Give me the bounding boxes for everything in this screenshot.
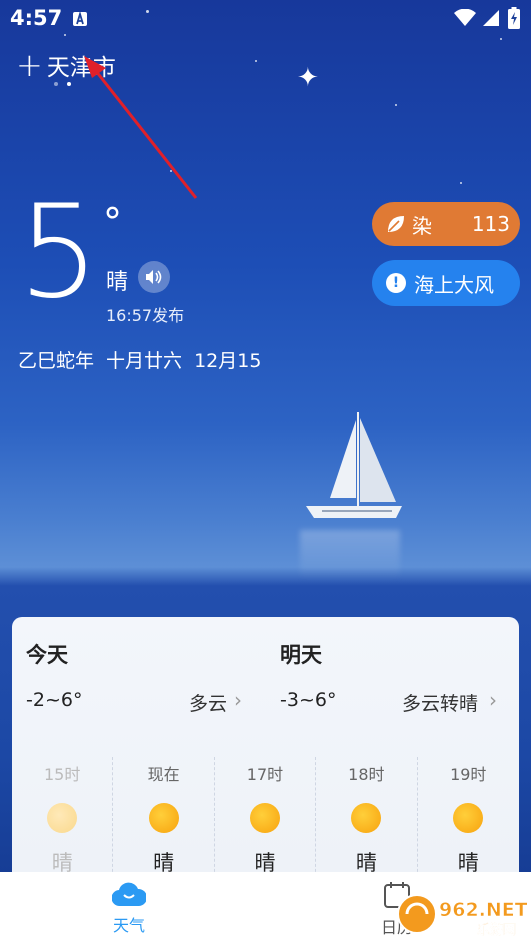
battery-charging-icon (508, 7, 520, 29)
today-range: -2~6° (26, 689, 83, 711)
add-city-icon[interactable]: + (16, 49, 43, 81)
hourly-item: 18时 晴 (316, 757, 418, 877)
page-indicator (54, 82, 71, 86)
hourly-item: 19时 晴 (418, 757, 519, 877)
air-quality-badge[interactable]: 染 113 (372, 202, 520, 246)
svg-text:乐游网: 乐游网 (477, 922, 516, 938)
hourly-item: 现在 晴 (113, 757, 215, 877)
weather-alert-badge[interactable]: ! 海上大风 (372, 260, 520, 306)
leaf-icon (388, 216, 404, 232)
chevron-right-icon[interactable]: › (234, 688, 242, 712)
forecast-card: 今天 -2~6° 多云 › 明天 -3~6° 多云转晴 › 15时 晴 现在 晴… (12, 617, 519, 877)
tomorrow-label: 明天 (280, 643, 322, 667)
signal-icon (483, 10, 499, 26)
site-watermark-logo: 962.NET 乐游网 (397, 894, 527, 938)
page-dot (54, 82, 58, 86)
status-time: 4:57 (10, 6, 63, 30)
sunny-icon (148, 803, 179, 833)
status-bar: 4:57 (0, 0, 531, 36)
current-condition: 晴 (106, 270, 129, 295)
cloud-icon (112, 882, 146, 907)
hour-label: 15时 (44, 765, 81, 784)
tomorrow-condition[interactable]: 多云转晴 (402, 689, 478, 716)
alert-label: 海上大风 (414, 272, 494, 297)
svg-text:962.NET: 962.NET (439, 899, 527, 921)
alert-icon: ! (386, 273, 406, 293)
sunny-icon (453, 803, 484, 833)
sparkle-star-icon: ✦ (297, 63, 319, 93)
aqi-label: 染 (412, 213, 432, 238)
moon-icon (362, 338, 399, 375)
notification-a-icon (73, 11, 87, 26)
hour-label: 现在 (147, 765, 180, 784)
sunny-icon (351, 803, 382, 833)
sailboat-icon (306, 412, 402, 518)
hourly-item: 15时 晴 (12, 757, 114, 877)
current-temperature: 5 (18, 178, 100, 327)
speaker-button[interactable] (138, 261, 170, 293)
aqi-value: 113 (471, 212, 510, 236)
hour-label: 18时 (348, 765, 385, 784)
sunny-icon (249, 803, 280, 833)
tomorrow-range: -3~6° (280, 689, 337, 711)
hourly-forecast[interactable]: 15时 晴 现在 晴 17时 晴 18时 晴 19时 晴 (12, 757, 519, 877)
star (255, 60, 257, 62)
chevron-right-icon[interactable]: › (489, 688, 497, 712)
star (395, 104, 397, 106)
nav-weather-label: 天气 (112, 916, 145, 935)
publish-time: 16:57发布 (106, 306, 185, 325)
today-label: 今天 (26, 643, 68, 667)
page-dot-active (67, 82, 71, 86)
speaker-icon (146, 270, 162, 284)
star (500, 38, 502, 40)
hour-label: 17时 (246, 765, 284, 784)
hourly-item: 17时 晴 (215, 757, 317, 877)
wifi-icon (454, 9, 476, 26)
degree-symbol: ° (103, 200, 122, 244)
star (460, 182, 462, 184)
today-condition[interactable]: 多云 (189, 689, 227, 716)
hour-label: 19时 (450, 765, 487, 784)
lunar-date: 乙巳蛇年 十月廿六 12月15 (18, 350, 262, 372)
sunny-icon (47, 803, 78, 833)
nav-weather-tab[interactable]: 天气 (112, 880, 146, 936)
boat-reflection (300, 530, 400, 580)
